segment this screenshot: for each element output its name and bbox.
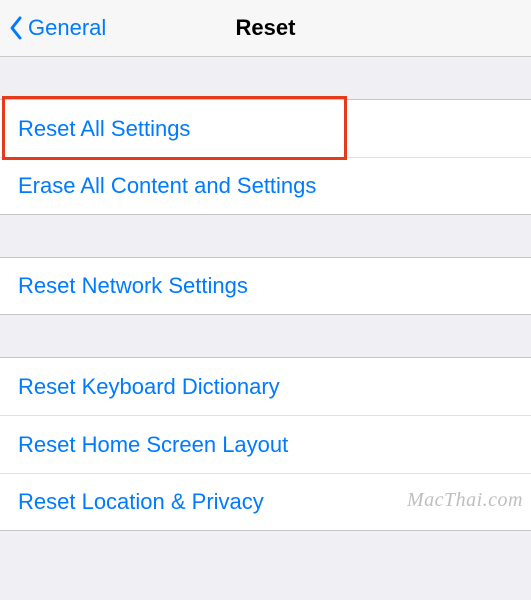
back-label: General	[28, 15, 106, 41]
settings-group-3: Reset Keyboard Dictionary Reset Home Scr…	[0, 357, 531, 531]
reset-home-screen-layout[interactable]: Reset Home Screen Layout	[0, 415, 531, 473]
chevron-left-icon	[8, 15, 24, 41]
reset-location-and-privacy[interactable]: Reset Location & Privacy	[0, 473, 531, 531]
cell-label: Reset Keyboard Dictionary	[18, 374, 280, 400]
cell-label: Reset All Settings	[18, 116, 190, 142]
cell-label: Reset Home Screen Layout	[18, 432, 288, 458]
settings-group-1: Reset All Settings Erase All Content and…	[0, 99, 531, 215]
erase-all-content-and-settings[interactable]: Erase All Content and Settings	[0, 157, 531, 215]
navbar: General Reset	[0, 0, 531, 57]
cell-label: Reset Location & Privacy	[18, 489, 264, 515]
cell-label: Erase All Content and Settings	[18, 173, 316, 199]
reset-all-settings[interactable]: Reset All Settings	[0, 99, 531, 157]
reset-keyboard-dictionary[interactable]: Reset Keyboard Dictionary	[0, 357, 531, 415]
back-button[interactable]: General	[0, 15, 106, 41]
settings-group-2: Reset Network Settings	[0, 257, 531, 315]
reset-network-settings[interactable]: Reset Network Settings	[0, 257, 531, 315]
cell-label: Reset Network Settings	[18, 273, 248, 299]
